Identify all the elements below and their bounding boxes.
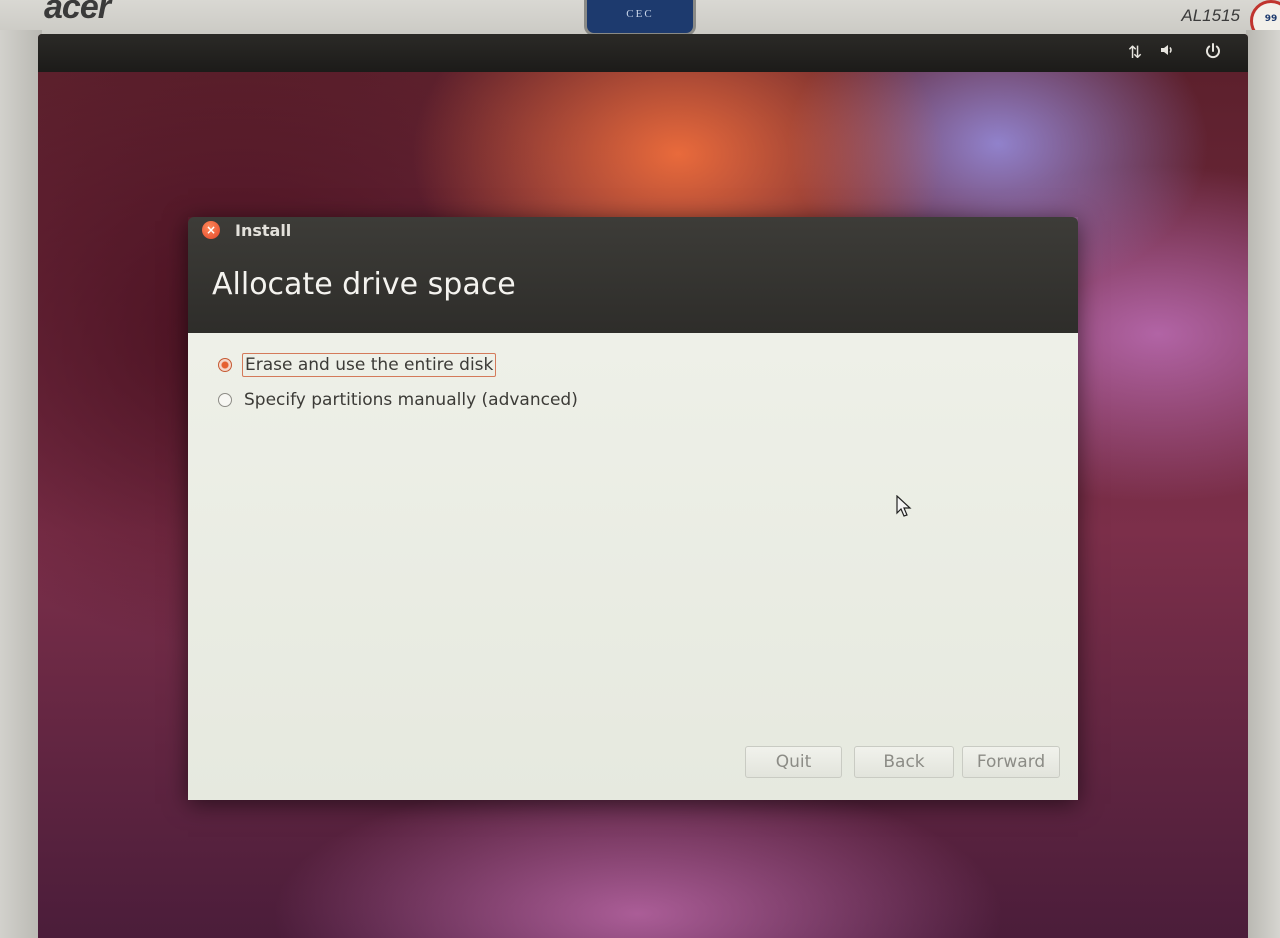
close-icon[interactable]: × [202,221,220,239]
power-icon-glyph [1206,43,1220,59]
option-manual-partition[interactable]: Specify partitions manually (advanced) [218,388,580,412]
desktop-screen: ⇅ × Install Allocate drive space Erase a… [38,34,1248,938]
mouse-cursor-icon [896,495,912,517]
page-title: Allocate drive space [212,267,516,302]
network-icon[interactable]: ⇅ [1124,42,1146,64]
monitor-sticker: CEC [584,0,696,36]
manual-partition-radio[interactable] [218,393,232,407]
top-panel: ⇅ [38,34,1248,72]
back-button[interactable]: Back [854,746,954,778]
window-titlebar: × Install Allocate drive space [188,217,1078,333]
quit-button[interactable]: Quit [745,746,842,778]
forward-button[interactable]: Forward [962,746,1060,778]
erase-disk-label[interactable]: Erase and use the entire disk [242,353,497,377]
install-window: × Install Allocate drive space Erase and… [188,217,1078,800]
volume-icon-glyph [1161,45,1172,55]
erase-disk-radio[interactable] [218,358,232,372]
window-title: Install [235,221,292,240]
window-content: Erase and use the entire disk Specify pa… [188,333,1078,800]
monitor-bezel-left [0,30,42,938]
power-icon[interactable] [1202,42,1224,64]
option-erase-disk[interactable]: Erase and use the entire disk [218,353,497,377]
volume-icon[interactable] [1156,42,1178,64]
monitor-bezel-right [1246,30,1280,938]
manual-partition-label[interactable]: Specify partitions manually (advanced) [242,389,580,411]
monitor-model-label: AL1515 [1181,6,1240,25]
monitor-brand-logo: acer [44,0,111,26]
